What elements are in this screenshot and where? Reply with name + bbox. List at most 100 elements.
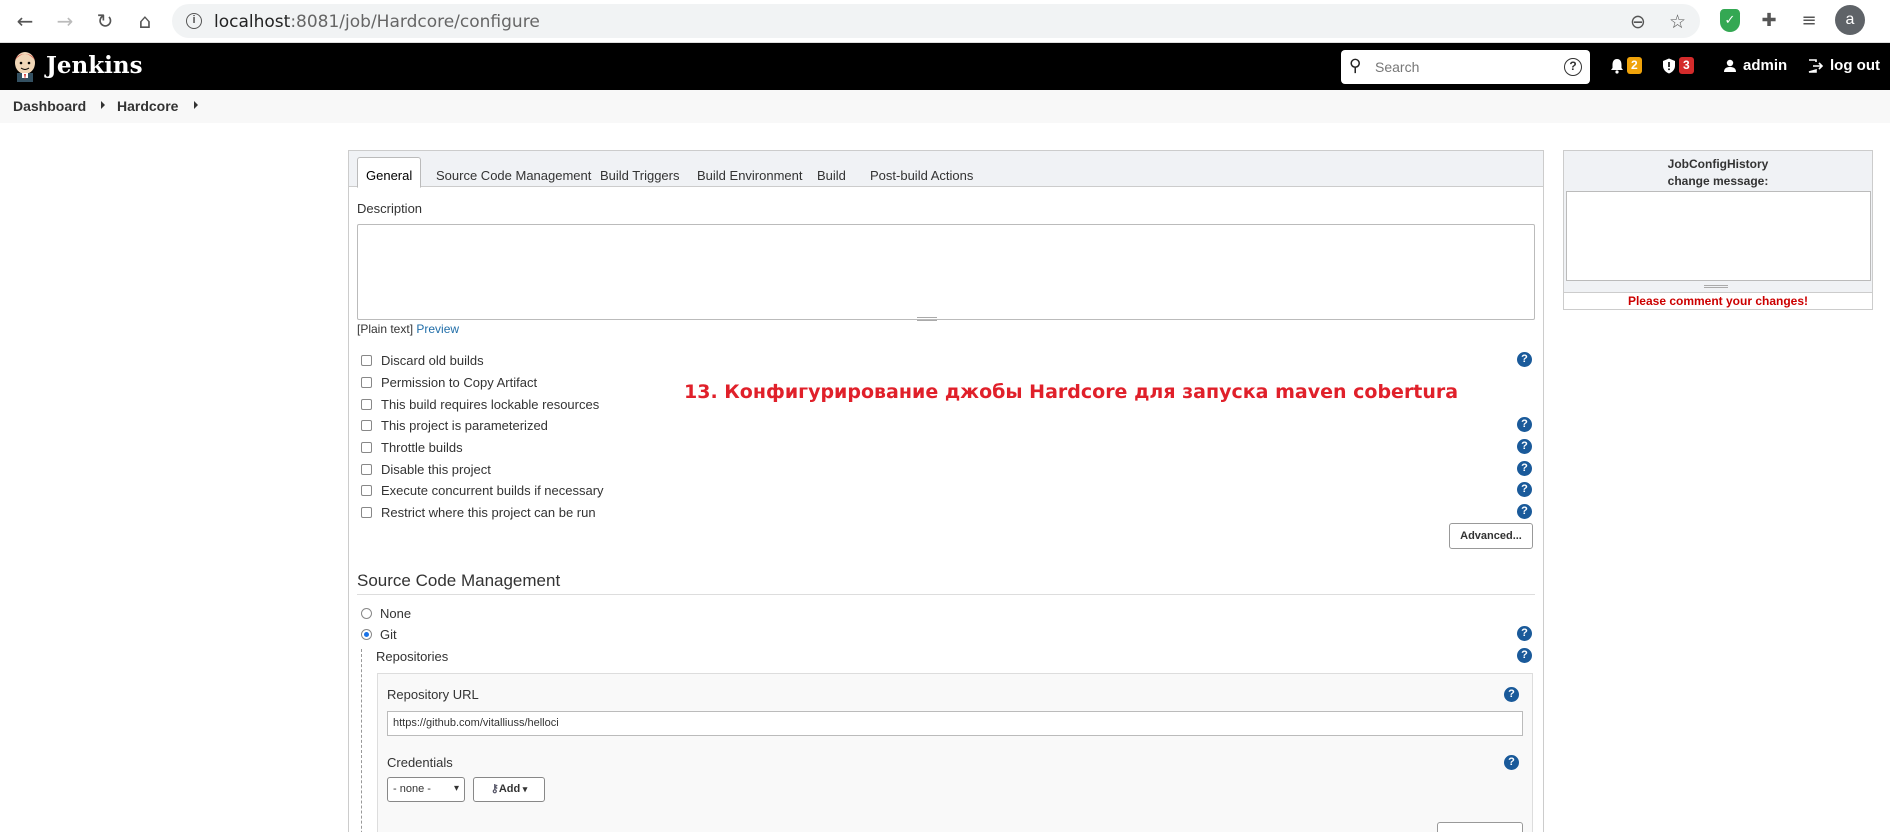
change-message-textarea[interactable] [1566,191,1871,281]
help-icon[interactable]: ? [1517,626,1532,641]
change-message-resize-handle[interactable] [1704,285,1728,288]
checkbox[interactable] [361,377,372,388]
breadcrumb-separator-icon[interactable] [194,101,198,109]
option-permission-copy-artifact[interactable]: Permission to Copy Artifact [361,375,537,390]
chevron-down-icon: ▾ [453,783,459,794]
jenkins-logo-icon[interactable] [12,50,38,82]
reading-list-icon[interactable]: ≡ [1797,8,1821,32]
site-info-icon[interactable]: i [186,13,202,29]
scm-section-title: Source Code Management [357,571,561,590]
checkbox[interactable] [361,507,372,518]
home-icon[interactable]: ⌂ [130,6,160,36]
section-divider [357,594,1535,595]
bell-icon [1611,58,1623,74]
description-textarea[interactable] [357,224,1535,320]
help-icon[interactable]: ? [1517,352,1532,367]
search-help-icon[interactable]: ? [1564,58,1582,76]
tab-general[interactable]: General [357,157,422,188]
extension-shield-icon[interactable]: ✓ [1718,8,1742,32]
credentials-select[interactable]: - none - ▾ [387,777,465,802]
help-icon[interactable]: ? [1504,755,1519,770]
user-menu[interactable]: admin [1723,57,1787,74]
help-icon[interactable]: ? [1517,648,1532,663]
tab-post-build-actions[interactable]: Post-build Actions [870,168,973,183]
description-label: Description [357,201,423,216]
zoom-icon[interactable]: ⊖ [1630,11,1646,33]
security-badge: 3 [1679,57,1694,74]
reload-icon[interactable]: ↻ [90,6,120,36]
option-parameterized[interactable]: This project is parameterized [361,418,548,433]
url-text: localhost:8081/job/Hardcore/configure [214,12,540,32]
scm-none-option[interactable]: None [361,606,411,621]
plain-text-label: [Plain text] [357,322,414,336]
breadcrumb-dashboard[interactable]: Dashboard [13,98,86,114]
profile-avatar[interactable]: a [1835,5,1865,35]
scm-git-option[interactable]: Git [361,627,397,642]
option-disable-project[interactable]: Disable this project [361,462,491,477]
help-icon[interactable]: ? [1504,687,1519,702]
back-icon[interactable]: ← [10,6,40,36]
breadcrumb-separator-icon[interactable] [101,101,105,109]
tab-build-triggers[interactable]: Build Triggers [600,168,679,183]
tab-build[interactable]: Build [817,168,846,183]
advanced-button[interactable]: Advanced... [1449,523,1533,549]
checkbox[interactable] [361,399,372,410]
option-label: This build requires lockable resources [381,397,600,412]
app-title[interactable]: Jenkins [46,52,143,79]
shield-icon [1663,58,1675,73]
comment-warning: Please comment your changes! [1564,292,1872,309]
radio-label: Git [380,627,397,642]
address-bar[interactable]: i localhost:8081/job/Hardcore/configure … [172,4,1700,38]
notifications-button[interactable]: 2 [1610,57,1642,74]
help-icon[interactable]: ? [1517,504,1532,519]
search-box: ⚲ ? [1341,50,1590,84]
help-icon[interactable]: ? [1517,482,1532,497]
annotation-text: 13. Конфигурирование джобы Hardcore для … [684,381,1459,403]
description-resize-handle[interactable] [917,317,937,321]
repo-action-button[interactable] [1437,822,1523,832]
caret-down-icon: ▾ [520,784,528,794]
help-icon[interactable]: ? [1517,439,1532,454]
config-panel: General Source Code Management Build Tri… [348,150,1544,832]
security-button[interactable]: 3 [1662,57,1694,74]
credentials-label: Credentials [387,755,453,770]
repositories-label: Repositories [376,649,449,664]
checkbox[interactable] [361,420,372,431]
forward-icon[interactable]: → [50,6,80,36]
logout-button[interactable]: log out [1808,57,1880,74]
user-name: admin [1743,57,1788,74]
repository-url-input[interactable]: https://github.com/vitalliuss/helloci [387,711,1523,736]
credentials-selected: - none - [393,783,431,795]
option-label: Disable this project [381,462,491,477]
option-label: Discard old builds [381,353,484,368]
breadcrumb: Dashboard Hardcore [0,90,1890,123]
radio-button[interactable] [361,608,372,619]
radio-button[interactable] [361,629,372,640]
help-icon[interactable]: ? [1517,461,1532,476]
tab-source-code-management[interactable]: Source Code Management [436,168,591,183]
tab-build-environment[interactable]: Build Environment [697,168,803,183]
add-credentials-button[interactable]: ⚷Add ▾ [473,777,545,802]
key-icon: ⚷ [490,783,499,795]
preview-link[interactable]: Preview [416,322,459,336]
breadcrumb-hardcore[interactable]: Hardcore [117,98,178,114]
user-icon [1724,59,1736,72]
checkbox[interactable] [361,485,372,496]
option-lockable-resources[interactable]: This build requires lockable resources [361,397,599,412]
repository-url-label: Repository URL [387,687,479,702]
extensions-puzzle-icon[interactable]: ✚ [1757,8,1781,32]
checkbox[interactable] [361,464,372,475]
checkbox[interactable] [361,442,372,453]
option-label: Permission to Copy Artifact [381,375,538,390]
search-input[interactable] [1375,57,1555,77]
logout-icon [1808,58,1824,73]
checkbox[interactable] [361,355,372,366]
option-discard-old-builds[interactable]: Discard old builds [361,353,484,368]
option-concurrent-builds[interactable]: Execute concurrent builds if necessary [361,483,604,498]
option-restrict-where[interactable]: Restrict where this project can be run [361,505,596,520]
help-icon[interactable]: ? [1517,417,1532,432]
option-throttle-builds[interactable]: Throttle builds [361,440,463,455]
browser-toolbar: ← → ↻ ⌂ i localhost:8081/job/Hardcore/co… [0,0,1890,43]
bookmark-star-icon[interactable]: ☆ [1669,11,1686,33]
add-label: Add [498,783,521,795]
